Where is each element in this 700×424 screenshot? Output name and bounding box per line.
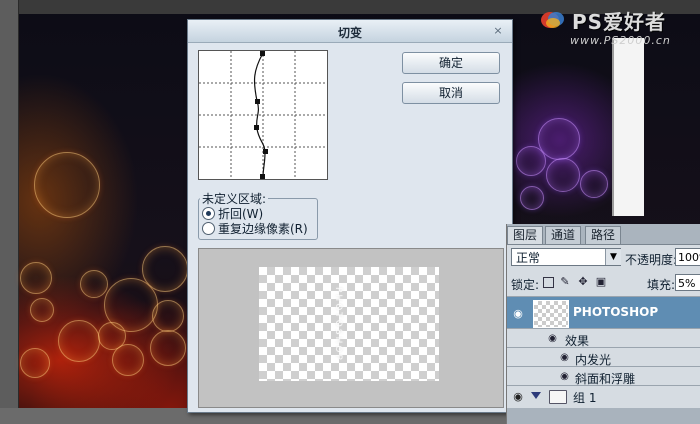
bubble: [520, 186, 544, 210]
layer-name: PHOTOSHOP: [573, 305, 659, 319]
bubble: [20, 262, 52, 294]
layer-group-row[interactable]: ◉ 组 1: [507, 385, 700, 408]
watermark: PS爱好者 www.PS2000.cn: [532, 4, 700, 52]
ps-logo-icon: [541, 12, 564, 28]
shear-dialog: 切变 × 确定 取消 未定义区域: 折回(W) 重复边缘像素(R) PHOTOS…: [187, 19, 513, 413]
bubble: [80, 270, 108, 298]
fill-field[interactable]: 5%: [675, 274, 700, 291]
layer-row-selected[interactable]: ◉ PHOTOSHOP: [507, 296, 700, 329]
lock-row: 锁定: ✎ ✥ ▣ 填充: 5%: [507, 274, 700, 292]
eye-icon[interactable]: ◉: [559, 352, 570, 363]
radio-button[interactable]: [202, 222, 215, 235]
bubble: [20, 348, 50, 378]
lock-transparency-icon[interactable]: [543, 277, 554, 288]
eye-icon[interactable]: ◉: [511, 390, 525, 403]
preview-sheared-text: PHOTOSHOP: [333, 286, 343, 362]
folder-icon: [549, 390, 567, 404]
eye-icon[interactable]: ◉: [511, 307, 525, 320]
chevron-down-icon[interactable]: ▼: [605, 249, 621, 265]
curve-handle[interactable]: [254, 125, 259, 130]
brush-icon[interactable]: ✎: [559, 276, 571, 288]
bubble: [112, 344, 144, 376]
curve-grid[interactable]: [199, 51, 327, 179]
dialog-titlebar[interactable]: 切变 ×: [188, 20, 512, 43]
effect-inner-glow-row[interactable]: ◉ 内发光: [507, 347, 700, 367]
eye-icon[interactable]: ◉: [547, 333, 558, 344]
panel-tabs: 图层 通道 路径: [507, 224, 700, 245]
lock-icon[interactable]: ▣: [595, 276, 607, 288]
lock-label: 锁定:: [511, 278, 540, 292]
bubble: [142, 246, 188, 292]
curve-handle[interactable]: [260, 174, 265, 179]
move-icon[interactable]: ✥: [577, 276, 589, 288]
cancel-button[interactable]: 取消: [402, 82, 500, 104]
radio-button-selected[interactable]: [202, 207, 215, 220]
curve-handle[interactable]: [255, 99, 260, 104]
expand-triangle-icon[interactable]: [531, 392, 541, 399]
opacity-label: 不透明度:: [625, 253, 678, 267]
preview-pane: PHOTOSHOP: [198, 248, 504, 408]
curve-handle[interactable]: [263, 149, 268, 154]
radio-label: 折回(W): [218, 207, 264, 221]
tab-channels[interactable]: 通道: [545, 226, 582, 244]
tab-paths[interactable]: 路径: [585, 226, 622, 244]
effect-bevel-emboss-row[interactable]: ◉ 斜面和浮雕: [507, 366, 700, 386]
preview-transparency-checkerboard: [259, 267, 439, 381]
fill-label: 填充:: [647, 278, 676, 292]
bubble: [546, 158, 580, 192]
opacity-field[interactable]: 100%: [675, 248, 700, 266]
layer-thumbnail: [533, 300, 569, 328]
bubble: [152, 300, 184, 332]
bubble: [30, 298, 54, 322]
bubble: [580, 170, 608, 198]
tab-layers[interactable]: 图层: [507, 226, 544, 244]
bubble: [516, 146, 546, 176]
radio-wrap-around[interactable]: 折回(W): [202, 205, 264, 221]
document-window-edge: [612, 38, 644, 216]
effects-row[interactable]: ◉ 效果: [507, 328, 700, 348]
layers-panel-footer: [507, 408, 700, 424]
watermark-title: PS爱好者: [572, 10, 667, 34]
group-name: 组 1: [573, 391, 597, 405]
dialog-title: 切变: [337, 26, 362, 40]
close-icon[interactable]: ×: [492, 25, 504, 37]
eye-icon[interactable]: ◉: [559, 371, 570, 382]
watermark-url: www.PS2000.cn: [570, 34, 671, 47]
bubble: [150, 330, 186, 366]
bubble: [58, 320, 100, 362]
shear-curve-editor[interactable]: [198, 50, 328, 180]
bubble: [34, 152, 100, 218]
ok-button[interactable]: 确定: [402, 52, 500, 74]
radio-repeat-edge-pixels[interactable]: 重复边缘像素(R): [202, 220, 308, 236]
window-left-frame: [0, 0, 19, 424]
curve-handle[interactable]: [260, 51, 265, 56]
layers-panel: 图层 通道 路径 正常 ▼ 不透明度: 100% 锁定: ✎ ✥ ▣ 填充: 5…: [506, 224, 700, 424]
radio-label: 重复边缘像素(R): [218, 222, 308, 236]
